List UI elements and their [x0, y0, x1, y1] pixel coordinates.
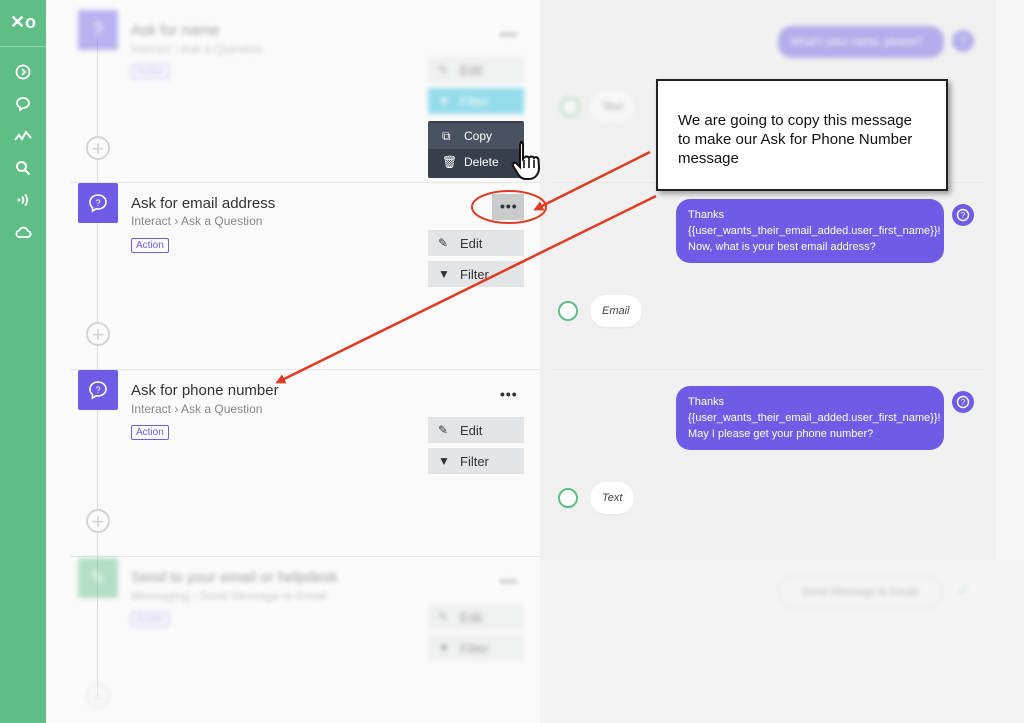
more-button[interactable]: ••• [500, 26, 518, 42]
question-icon: ? [952, 30, 974, 52]
edit-button[interactable]: ✎ Edit [428, 57, 524, 83]
svg-text:?: ? [95, 385, 100, 395]
step-divider [70, 556, 540, 557]
bot-message-bubble: Thanks {{user_wants_their_email_added.us… [676, 199, 944, 263]
user-response-pill: Email [590, 295, 642, 327]
svg-text:?: ? [95, 198, 100, 208]
step-title: Ask for name [131, 22, 220, 39]
filter-button[interactable]: ▼ Filter [428, 448, 524, 474]
email-icon: ✎ [78, 558, 118, 598]
step-breadcrumb: Interact › Ask a Question [131, 42, 263, 56]
bot-message-bubble: What's your name, please? [778, 26, 944, 58]
step-title: Ask for phone number [131, 382, 279, 399]
bot-message-bubble: Thanks {{user_wants_their_email_added.us… [676, 386, 944, 450]
edit-button[interactable]: ✎ Edit [428, 417, 524, 443]
action-badge: Action [131, 64, 169, 79]
copy-icon: ⧉ [442, 128, 451, 143]
question-icon: ? [78, 10, 118, 50]
user-response-pill: Text [590, 482, 635, 514]
sidebar: ✕o [0, 0, 46, 723]
question-icon: ? [78, 183, 118, 223]
user-avatar-icon [560, 97, 580, 117]
more-button[interactable]: ••• [500, 573, 518, 589]
filter-button[interactable]: ▼ Filter [428, 88, 524, 114]
question-icon: ? [952, 204, 974, 226]
step-divider [70, 369, 540, 370]
chevron-right-circle-icon[interactable] [11, 60, 35, 84]
broadcast-icon[interactable] [11, 188, 35, 212]
user-avatar-icon [558, 488, 578, 508]
step-breadcrumb: Interact › Ask a Question [131, 214, 263, 228]
check-icon: ✓ [958, 582, 970, 598]
hand-cursor-icon [510, 138, 546, 187]
filter-button[interactable]: ▼ Filter [428, 261, 524, 287]
add-step-button[interactable]: + [86, 684, 110, 708]
step-title: Send to your email or helpdesk [131, 569, 338, 586]
svg-text:?: ? [961, 211, 966, 220]
question-icon: ? [952, 391, 974, 413]
edit-button[interactable]: ✎ Edit [428, 230, 524, 256]
step-title: Ask for email address [131, 195, 276, 212]
app-logo[interactable]: ✕o [10, 10, 36, 34]
step-divider [70, 182, 540, 183]
trash-icon: 🗑 [442, 155, 458, 169]
activity-icon[interactable] [11, 124, 35, 148]
question-icon: ? [78, 370, 118, 410]
step-breadcrumb: Messaging › Send Message to Email [131, 589, 327, 603]
add-step-button[interactable]: + [86, 136, 110, 160]
add-step-button[interactable]: + [86, 322, 110, 346]
action-badge: Action [131, 238, 169, 253]
action-badge: Action [131, 425, 169, 440]
sidebar-divider [0, 46, 46, 47]
chat-bubble-icon[interactable] [11, 92, 35, 116]
cloud-icon[interactable] [11, 220, 35, 244]
edit-button[interactable]: ✎ Edit [428, 604, 524, 630]
more-button[interactable]: ••• [500, 386, 518, 402]
more-button[interactable]: ••• [500, 198, 518, 214]
annotation-callout: We are going to copy this message to mak… [656, 79, 948, 191]
step-breadcrumb: Interact › Ask a Question [131, 402, 263, 416]
send-email-pill: Send Message to Email [778, 576, 942, 608]
add-step-button[interactable]: + [86, 509, 110, 533]
user-response-pill: Text [590, 91, 635, 123]
filter-button[interactable]: ▼ Filter [428, 635, 524, 661]
action-badge: Action [131, 612, 169, 627]
chat-divider [552, 369, 984, 370]
search-icon[interactable] [11, 156, 35, 180]
svg-text:?: ? [961, 398, 966, 407]
user-avatar-icon [558, 301, 578, 321]
